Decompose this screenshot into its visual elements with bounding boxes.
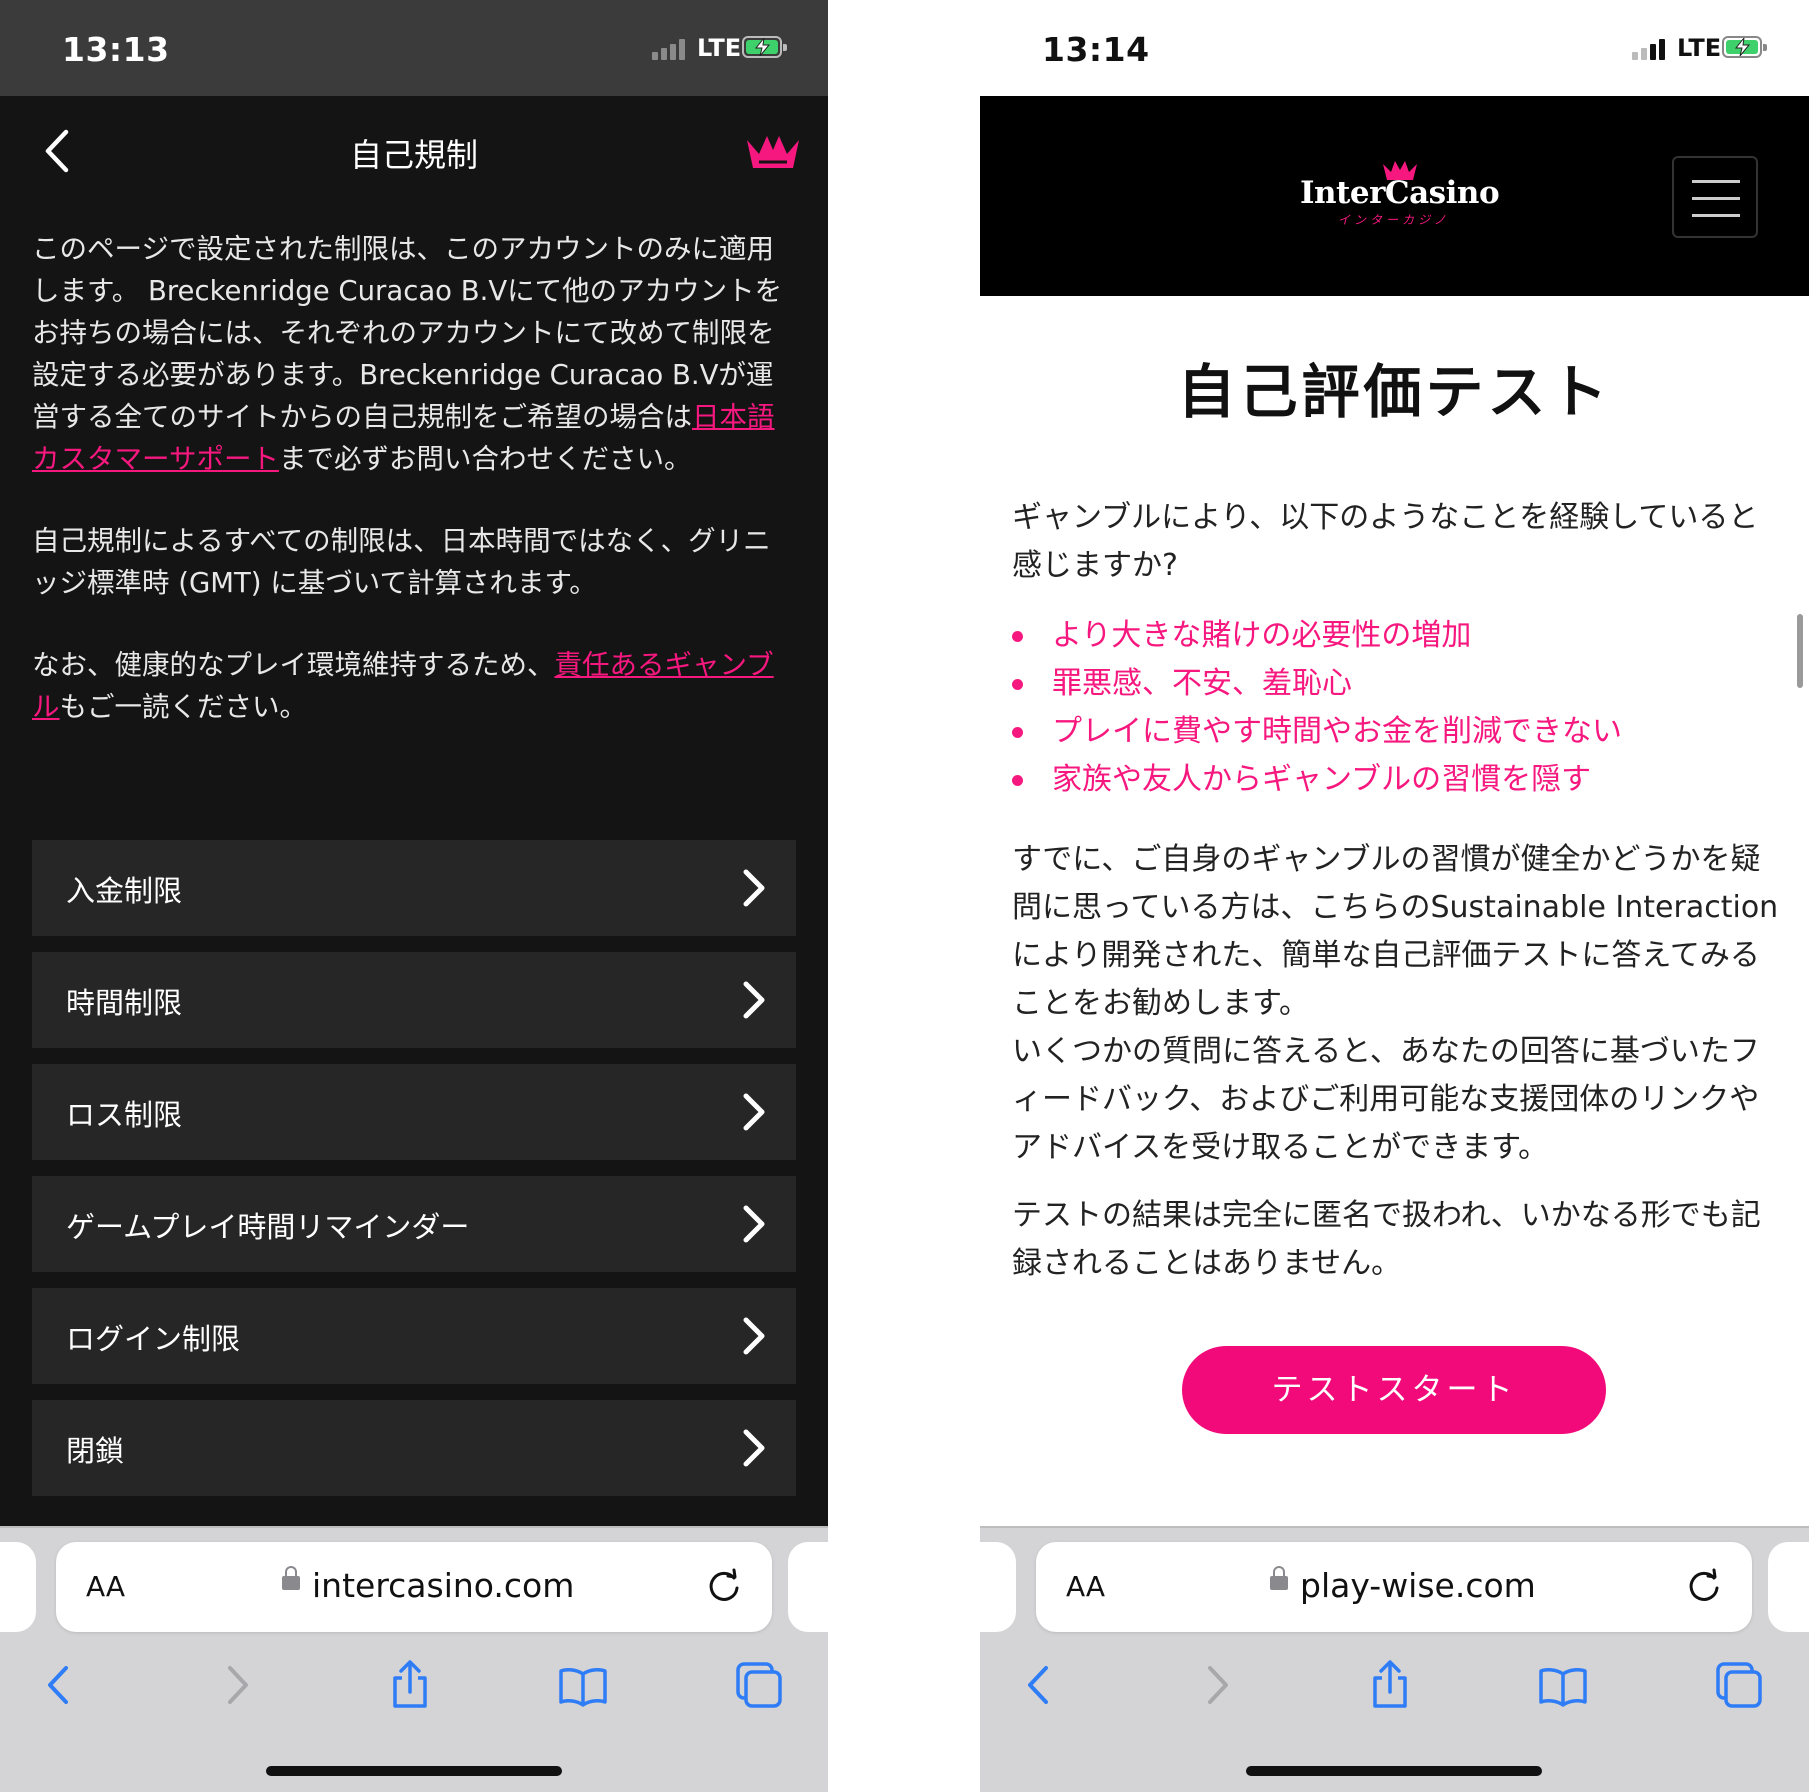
menu-item-label: ログイン制限 bbox=[66, 1322, 241, 1356]
safari-toolbar: AA intercasino.com bbox=[0, 1526, 828, 1792]
logo-subtext: インターカジノ bbox=[1338, 213, 1450, 227]
list-item: より大きな賭けの必要性の増加 bbox=[1012, 612, 1780, 660]
site-header: InterCasino インターカジノ bbox=[980, 96, 1809, 296]
intercasino-logo[interactable]: InterCasino インターカジノ bbox=[1300, 161, 1500, 231]
lock-icon bbox=[1270, 1566, 1288, 1590]
info-text: このページで設定された制限は、このアカウントのみに適用します。 Breckenr… bbox=[32, 228, 788, 768]
status-time: 13:14 bbox=[1042, 30, 1150, 69]
back-arrow-icon[interactable] bbox=[34, 1660, 84, 1710]
network-label: LTE bbox=[1677, 34, 1722, 62]
tabs-icon[interactable] bbox=[734, 1660, 784, 1710]
chevron-right-icon bbox=[743, 981, 765, 1019]
hamburger-icon[interactable] bbox=[1672, 156, 1758, 238]
nav-bar: 自己規制 bbox=[0, 96, 828, 204]
battery-icon bbox=[742, 36, 787, 58]
page-title: 自己規制 bbox=[349, 136, 478, 174]
battery-icon bbox=[1722, 36, 1767, 58]
list-item: プレイに費やす時間やお金を削減できない bbox=[1012, 708, 1780, 756]
left-phone-screen: 13:13 LTE 自己規制 このページで設定された制限は、このアカウントのみに… bbox=[0, 0, 828, 1792]
share-icon[interactable] bbox=[385, 1660, 435, 1710]
description-paragraph-1: すでに、ご自身のギャンブルの習慣が健全かどうかを疑問に思っている方は、こちらのS… bbox=[1012, 842, 1779, 1021]
previous-tab-preview[interactable] bbox=[0, 1542, 36, 1632]
question-text: ギャンブルにより、以下のようなことを経験していると感じますか? bbox=[1012, 500, 1759, 583]
network-label: LTE bbox=[697, 34, 742, 62]
address-bar[interactable]: AA intercasino.com bbox=[56, 1542, 772, 1632]
info-paragraph-1: このページで設定された制限は、このアカウントのみに適用します。 Breckenr… bbox=[32, 228, 788, 480]
address-bar[interactable]: AA play-wise.com bbox=[1036, 1542, 1752, 1632]
menu-item-label: 入金制限 bbox=[66, 874, 183, 908]
chevron-right-icon bbox=[743, 1205, 765, 1243]
next-tab-preview[interactable] bbox=[788, 1542, 828, 1632]
page-heading: 自己評価テスト bbox=[1177, 358, 1612, 426]
menu-item-label: ゲームプレイ時間リマインダー bbox=[66, 1210, 470, 1244]
chevron-right-icon bbox=[743, 1429, 765, 1467]
previous-tab-preview[interactable] bbox=[980, 1542, 1016, 1632]
description-paragraph-2: いくつかの質問に答えると、あなたの回答に基づいたフィードバック、およびご利用可能… bbox=[1012, 1034, 1760, 1165]
status-bar: 13:13 LTE bbox=[0, 0, 828, 96]
reader-options-button[interactable]: AA bbox=[1066, 1570, 1105, 1603]
chevron-right-icon bbox=[743, 1317, 765, 1355]
right-phone-screen: 13:14 LTE InterCasino インターカジノ 自己評価テスト ギャ… bbox=[980, 0, 1809, 1792]
lock-icon bbox=[282, 1566, 300, 1590]
menu-item-label: 閉鎖 bbox=[66, 1434, 125, 1468]
chevron-right-icon bbox=[743, 1093, 765, 1131]
symptom-list: より大きな賭けの必要性の増加 罪悪感、不安、羞恥心 プレイに費やす時間やお金を削… bbox=[1012, 612, 1780, 804]
menu-item-label: ロス制限 bbox=[66, 1098, 183, 1132]
list-item: 家族や友人からギャンブルの習慣を隠す bbox=[1012, 756, 1780, 804]
url-text: intercasino.com bbox=[312, 1566, 575, 1605]
start-test-button[interactable]: テストスタート bbox=[1182, 1346, 1606, 1434]
chevron-right-icon bbox=[743, 869, 765, 907]
menu-item-login-limit[interactable]: ログイン制限 bbox=[32, 1288, 796, 1384]
bookmarks-icon[interactable] bbox=[558, 1660, 608, 1710]
home-indicator bbox=[266, 1766, 562, 1776]
aa-label: AA bbox=[86, 1570, 126, 1603]
bookmarks-icon[interactable] bbox=[1538, 1660, 1588, 1710]
paragraph-text: まで必ずお問い合わせください。 bbox=[278, 443, 692, 475]
tabs-icon[interactable] bbox=[1714, 1660, 1764, 1710]
back-arrow-icon[interactable] bbox=[1014, 1660, 1064, 1710]
menu-item-reality-check[interactable]: ゲームプレイ時間リマインダー bbox=[32, 1176, 796, 1272]
scroll-indicator[interactable] bbox=[1797, 614, 1803, 688]
next-tab-preview[interactable] bbox=[1768, 1542, 1809, 1632]
menu-item-loss-limit[interactable]: ロス制限 bbox=[32, 1064, 796, 1160]
share-icon[interactable] bbox=[1365, 1660, 1415, 1710]
limits-menu: 入金制限 時間制限 ロス制限 ゲームプレイ時間リマインダー ログイン制限 閉鎖 bbox=[32, 840, 796, 1512]
forward-arrow-icon[interactable] bbox=[1192, 1660, 1242, 1710]
aa-label: AA bbox=[1066, 1570, 1106, 1603]
crown-icon bbox=[747, 136, 799, 168]
paragraph-text: このページで設定された制限は、このアカウントのみに適用します。 Breckenr… bbox=[32, 233, 783, 433]
reload-icon[interactable] bbox=[704, 1566, 744, 1606]
paragraph-text: なお、健康的なプレイ環境維持するため、 bbox=[32, 649, 555, 681]
list-item: 罪悪感、不安、羞恥心 bbox=[1012, 660, 1780, 708]
reader-options-button[interactable]: AA bbox=[86, 1570, 125, 1603]
menu-item-deposit-limit[interactable]: 入金制限 bbox=[32, 840, 796, 936]
anonymity-note: テストの結果は完全に匿名で扱われ、いかなる形でも記録されることはありません。 bbox=[1012, 1198, 1761, 1281]
reload-icon[interactable] bbox=[1684, 1566, 1724, 1606]
safari-toolbar: AA play-wise.com bbox=[980, 1526, 1809, 1792]
menu-item-label: 時間制限 bbox=[66, 986, 183, 1020]
home-indicator bbox=[1246, 1766, 1542, 1776]
status-time: 13:13 bbox=[62, 30, 170, 69]
url-text: play-wise.com bbox=[1300, 1566, 1536, 1605]
menu-item-closure[interactable]: 閉鎖 bbox=[32, 1400, 796, 1496]
info-paragraph-3: なお、健康的なプレイ環境維持するため、責任あるギャンブルもご一読ください。 bbox=[32, 644, 788, 728]
menu-item-time-limit[interactable]: 時間制限 bbox=[32, 952, 796, 1048]
forward-arrow-icon[interactable] bbox=[212, 1660, 262, 1710]
paragraph-text: もご一読ください。 bbox=[59, 691, 308, 723]
info-paragraph-2: 自己規制によるすべての制限は、日本時間ではなく、グリニッジ標準時 (GMT) に… bbox=[32, 525, 771, 599]
logo-text: InterCasino bbox=[1300, 175, 1500, 211]
